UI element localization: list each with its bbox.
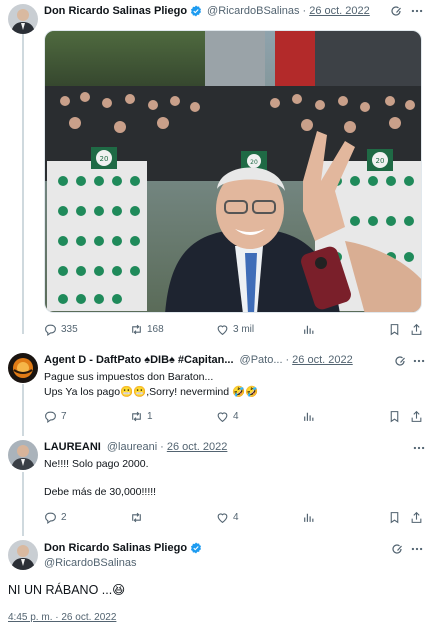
like-button[interactable]: 4 — [216, 408, 239, 424]
reply-button[interactable]: 2 — [44, 509, 67, 525]
share-icon — [411, 511, 422, 523]
thread-line — [22, 384, 24, 436]
tweet-actions: 335 168 3 mil — [44, 321, 424, 337]
edited-icon[interactable] — [394, 355, 406, 367]
author-handle[interactable]: @RicardoBSalinas — [44, 557, 137, 569]
tweet-photo[interactable]: 20 20 20 — [44, 30, 422, 313]
reply-actions: 2 4 — [44, 509, 424, 525]
selfie-crowd-photo: 20 20 20 — [45, 31, 421, 312]
focus-tweet-text: NI UN RÁBANO ...😆 — [8, 583, 126, 597]
analytics-icon — [304, 412, 314, 421]
heart-icon — [217, 411, 228, 422]
like-count: 4 — [233, 511, 239, 523]
tweet-date[interactable]: 26 oct. 2022 — [309, 5, 370, 17]
retweet-count: 168 — [147, 323, 164, 335]
like-button[interactable]: 4 — [216, 509, 239, 525]
more-icon[interactable] — [412, 441, 426, 455]
author-name[interactable]: LAUREANI — [44, 441, 101, 453]
views-button[interactable] — [302, 321, 315, 337]
analytics-icon — [304, 513, 314, 522]
retweet-button[interactable]: 1 — [130, 408, 153, 424]
reply-date[interactable]: 26 oct. 2022 — [292, 354, 353, 366]
reply-text-line: Pague sus impuestos don Baraton... — [44, 371, 214, 383]
tweet-header: Don Ricardo Salinas Pliego @RicardoBSali… — [44, 2, 370, 20]
reply-header: LAUREANI @laureani · 26 oct. 2022 — [44, 438, 227, 456]
share-button[interactable] — [410, 509, 423, 525]
retweet-icon — [132, 512, 141, 522]
author-name[interactable]: Agent D - DaftPato ♠DIB♠ #Capitan... — [44, 354, 234, 366]
verified-badge-icon — [190, 5, 202, 17]
reply-date[interactable]: 26 oct. 2022 — [167, 441, 228, 453]
author-name[interactable]: Don Ricardo Salinas Pliego — [44, 542, 187, 554]
sign-number: 20 — [376, 157, 385, 165]
reply-text-line: Ups Ya los pago😬😬,Sorry! nevermind 🤣🤣 — [44, 386, 259, 398]
author-handle[interactable]: @laureani — [107, 441, 157, 453]
share-button[interactable] — [410, 321, 423, 337]
reply-button[interactable]: 335 — [44, 321, 78, 337]
reply-button[interactable]: 7 — [44, 408, 67, 424]
bookmark-icon — [390, 323, 399, 335]
sign-number: 20 — [100, 155, 109, 163]
reply-icon — [45, 324, 56, 336]
reply-count: 2 — [61, 511, 67, 523]
separator: · — [302, 5, 307, 17]
bookmark-button[interactable] — [388, 321, 401, 337]
reply-icon — [45, 411, 56, 423]
retweet-icon — [132, 411, 141, 421]
avatar[interactable] — [8, 4, 38, 34]
reply-actions: 7 1 4 — [44, 408, 424, 424]
views-button[interactable] — [302, 509, 315, 525]
share-button[interactable] — [410, 408, 423, 424]
bookmark-button[interactable] — [388, 408, 401, 424]
reply-count: 7 — [61, 410, 67, 422]
reply-header: Agent D - DaftPato ♠DIB♠ #Capitan... @Pa… — [44, 351, 353, 369]
author-name[interactable]: Don Ricardo Salinas Pliego — [44, 5, 187, 17]
views-button[interactable] — [302, 408, 315, 424]
bookmark-button[interactable] — [388, 509, 401, 525]
like-button[interactable]: 3 mil — [216, 321, 254, 337]
separator: · — [285, 354, 290, 366]
heart-icon — [217, 512, 228, 523]
share-icon — [411, 323, 422, 335]
retweet-button[interactable]: 168 — [130, 321, 164, 337]
retweet-icon — [132, 324, 141, 334]
separator: · — [160, 441, 164, 453]
avatar[interactable] — [8, 540, 38, 570]
reply-text-line: Debe más de 30,000!!!!! — [44, 486, 157, 498]
reply-icon — [45, 512, 56, 524]
author-handle[interactable]: @RicardoBSalinas — [207, 5, 300, 17]
like-count: 3 mil — [233, 323, 255, 335]
retweet-count: 1 — [147, 410, 153, 422]
sign-number: 20 — [250, 159, 258, 166]
reply-count: 335 — [61, 323, 78, 335]
more-icon[interactable] — [412, 354, 426, 368]
reply-text-line: Ne!!!! Solo pago 2000. — [44, 458, 149, 470]
thread-line — [22, 34, 24, 334]
bookmark-icon — [390, 511, 399, 523]
edited-icon[interactable] — [390, 5, 402, 17]
focus-tweet-handle-row: @RicardoBSalinas — [44, 554, 137, 572]
bookmark-icon — [390, 410, 399, 422]
edited-icon[interactable] — [391, 543, 403, 555]
focus-tweet-timestamp[interactable]: 4:45 p. m. · 26 oct. 2022 — [8, 612, 116, 623]
more-icon[interactable] — [410, 542, 424, 556]
author-handle[interactable]: @Pato... — [240, 354, 283, 366]
share-icon — [411, 410, 422, 422]
verified-badge-icon — [190, 542, 202, 554]
avatar[interactable] — [8, 440, 38, 470]
analytics-icon — [304, 325, 314, 334]
avatar[interactable] — [8, 353, 38, 383]
thread-line — [22, 472, 24, 536]
retweet-button[interactable] — [130, 509, 147, 525]
like-count: 4 — [233, 410, 239, 422]
more-icon[interactable] — [410, 4, 424, 18]
heart-icon — [217, 324, 228, 335]
